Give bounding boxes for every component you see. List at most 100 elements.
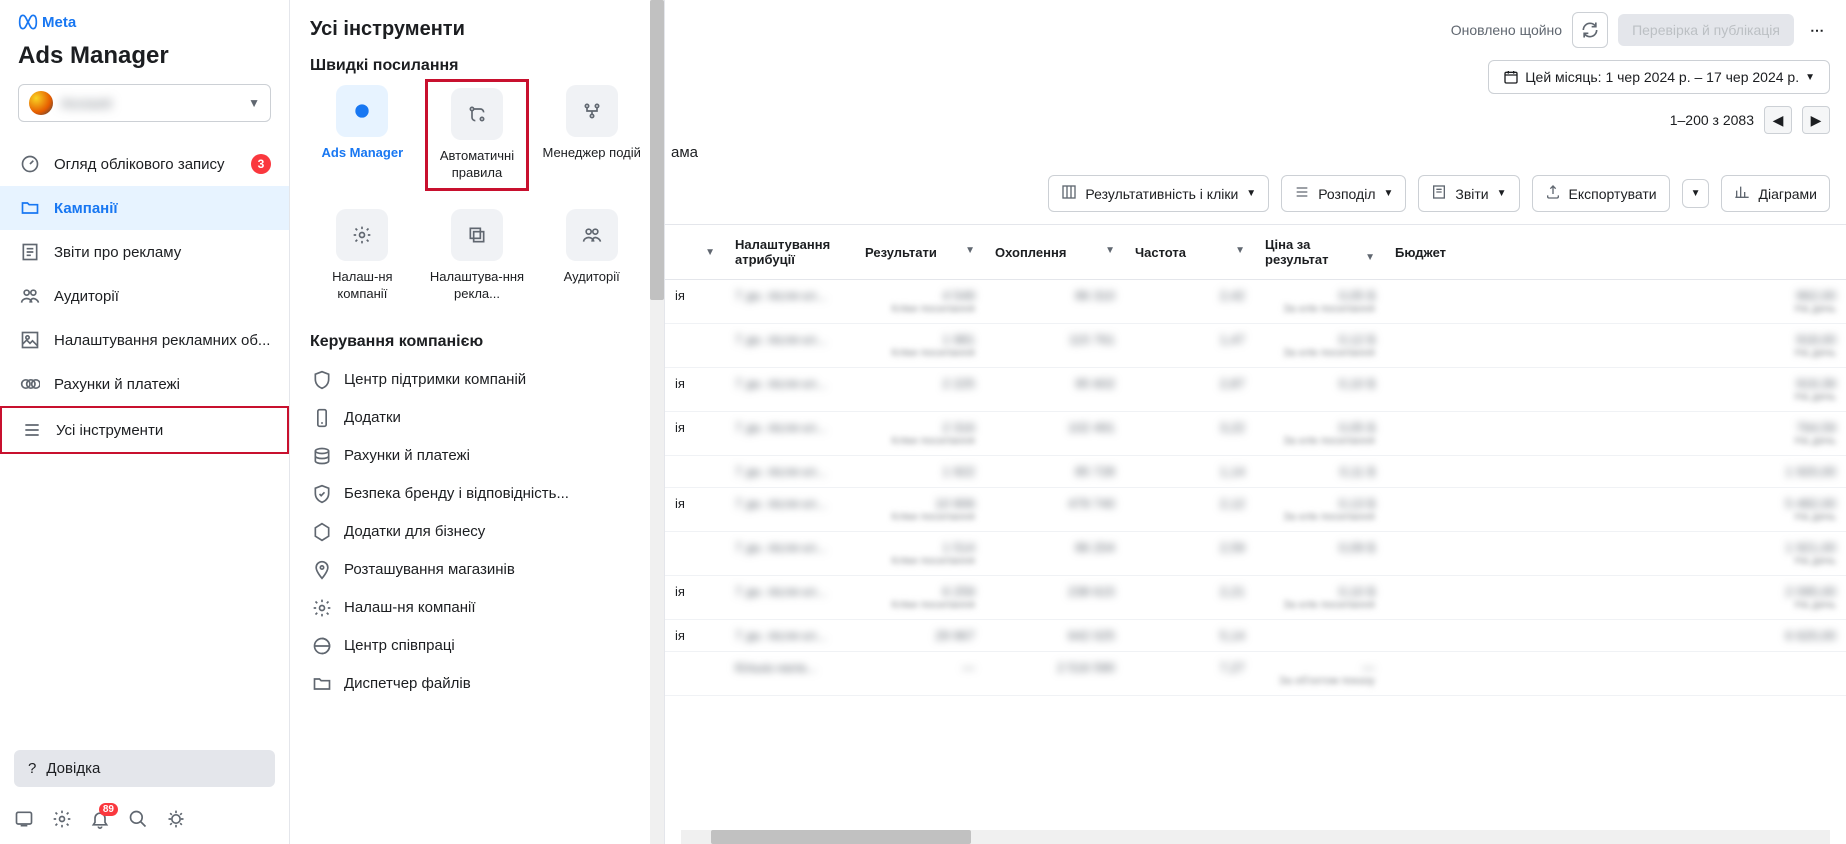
nav-ad-settings[interactable]: Налаштування рекламних об... bbox=[0, 318, 289, 362]
cell-attr: 7 дн. після кл... bbox=[725, 324, 855, 368]
mgmt-billing[interactable]: Рахунки й платежі bbox=[298, 437, 656, 475]
mgmt-file-manager[interactable]: Диспетчер файлів bbox=[298, 665, 656, 703]
th-reach[interactable]: Охоплення▼ bbox=[985, 225, 1125, 280]
btn-label: Експортувати bbox=[1569, 186, 1657, 202]
cell-id bbox=[665, 456, 725, 488]
ql-ad-settings[interactable]: Налаштува-ння рекла... bbox=[425, 209, 530, 303]
scrollbar-thumb[interactable] bbox=[650, 0, 664, 300]
nav-campaigns[interactable]: Кампанії bbox=[0, 186, 289, 230]
cell-reach: 2 516 590 bbox=[985, 652, 1125, 696]
folder-icon bbox=[312, 674, 332, 694]
quick-links-row2: Налаш-ня компанії Налаштува-ння рекла...… bbox=[290, 209, 664, 333]
sort-icon: ▼ bbox=[1365, 252, 1375, 263]
cell-cost: 0,12 $За клік посилання bbox=[1255, 324, 1385, 368]
meta-logo[interactable]: Meta bbox=[18, 12, 271, 32]
cell-attr: 7 дн. після кл... bbox=[725, 576, 855, 620]
ql-auto-rules[interactable]: Автоматичні правила bbox=[425, 79, 530, 191]
nav-billing[interactable]: Рахунки й платежі bbox=[0, 362, 289, 406]
date-range-picker[interactable]: Цей місяць: 1 чер 2024 р. – 17 чер 2024 … bbox=[1488, 60, 1830, 94]
reports-button[interactable]: Звіти ▼ bbox=[1418, 175, 1519, 212]
table-row[interactable]: ія7 дн. після кл...2 22595 6022,870,10 $… bbox=[665, 368, 1846, 412]
mgmt-label: Диспетчер файлів bbox=[344, 675, 471, 692]
breakdown-button[interactable]: Розподіл ▼ bbox=[1281, 175, 1406, 212]
th-results[interactable]: Результати▼ bbox=[855, 225, 985, 280]
page-next-button[interactable]: ▶ bbox=[1802, 106, 1830, 134]
sort-icon: ▼ bbox=[965, 245, 975, 256]
nav-audiences[interactable]: Аудиторії bbox=[0, 274, 289, 318]
th-id[interactable]: ▼ bbox=[665, 225, 725, 280]
charts-button[interactable]: Діаграми bbox=[1721, 175, 1830, 212]
mgmt-company-settings[interactable]: Налаш-ня компанії bbox=[298, 589, 656, 627]
table-row[interactable]: 7 дн. після кл...1 92285 7281,140,11 $1 … bbox=[665, 456, 1846, 488]
shield-icon bbox=[312, 370, 332, 390]
ql-company-settings[interactable]: Налаш-ня компанії bbox=[310, 209, 415, 303]
notifications-icon[interactable]: 89 bbox=[90, 809, 110, 832]
cell-attr: 7 дн. після кл... bbox=[725, 412, 855, 456]
cell-freq: 2,59 bbox=[1125, 532, 1255, 576]
ql-ads-manager[interactable]: Ads Manager bbox=[310, 85, 415, 185]
chevron-down-icon: ▼ bbox=[1497, 188, 1507, 199]
cell-attr: 7 дн. після кл... bbox=[725, 456, 855, 488]
th-cost[interactable]: Ціна за результат▼ bbox=[1255, 225, 1385, 280]
review-publish-button[interactable]: Перевірка й публікація bbox=[1618, 14, 1794, 46]
mgmt-brand-safety[interactable]: Безпека бренду і відповідність... bbox=[298, 475, 656, 513]
table-row[interactable]: ія7 дн. після кл...10 906Кліки посилання… bbox=[665, 488, 1846, 532]
ql-events-manager[interactable]: Менеджер подій bbox=[539, 85, 644, 185]
nav-all-tools[interactable]: Усі інструменти bbox=[0, 406, 289, 454]
campaigns-table: ▼ Налаштування атрибуції Результати▼ Охо… bbox=[665, 225, 1846, 696]
feedback-icon[interactable] bbox=[14, 809, 34, 832]
mgmt-apps[interactable]: Додатки bbox=[298, 399, 656, 437]
cell-freq: 7,27 bbox=[1125, 652, 1255, 696]
sort-icon: ▼ bbox=[1105, 245, 1115, 256]
refresh-button[interactable] bbox=[1572, 12, 1608, 48]
cell-budget: 919,39На день bbox=[1385, 368, 1846, 412]
notif-badge: 89 bbox=[99, 803, 118, 816]
help-label: Довідка bbox=[46, 760, 100, 777]
table-row[interactable]: ія7 дн. після кл...2 316Кліки посилання1… bbox=[665, 412, 1846, 456]
nav-ad-reports[interactable]: Звіти про рекламу bbox=[0, 230, 289, 274]
horizontal-scrollbar[interactable] bbox=[681, 830, 1830, 844]
table-row[interactable]: ія7 дн. після кл...29 967642 0255,146 62… bbox=[665, 620, 1846, 652]
account-switcher[interactable]: Account ▼ bbox=[18, 84, 271, 122]
table-toolbar: Результативність і кліки ▼ Розподіл ▼ Зв… bbox=[665, 175, 1846, 224]
ql-audiences[interactable]: Аудиторії bbox=[539, 209, 644, 303]
cell-results: 1 514Кліки посилання bbox=[855, 532, 985, 576]
chevron-down-icon: ▼ bbox=[1691, 188, 1701, 199]
cell-results: 2 316Кліки посилання bbox=[855, 412, 985, 456]
th-budget[interactable]: Бюджет bbox=[1385, 225, 1846, 280]
more-menu[interactable]: ⋯ bbox=[1804, 14, 1830, 47]
page-prev-button[interactable]: ◀ bbox=[1764, 106, 1792, 134]
refresh-icon bbox=[1580, 20, 1600, 40]
settings-icon[interactable] bbox=[52, 809, 72, 832]
mgmt-support[interactable]: Центр підтримки компаній bbox=[298, 361, 656, 399]
hscroll-thumb[interactable] bbox=[711, 830, 971, 844]
btn-label: Розподіл bbox=[1318, 186, 1375, 202]
cell-cost: 0,05 $За клік посилання bbox=[1255, 280, 1385, 324]
bug-icon[interactable] bbox=[166, 809, 186, 832]
table-row[interactable]: ія7 дн. після кл...4 549Кліки посилання8… bbox=[665, 280, 1846, 324]
mgmt-label: Розташування магазинів bbox=[344, 561, 515, 578]
coins-icon bbox=[312, 446, 332, 466]
table-row[interactable]: Кілька нала...—2 516 5907,27—За об'єктом… bbox=[665, 652, 1846, 696]
table-row[interactable]: 7 дн. після кл...1 981Кліки посилання115… bbox=[665, 324, 1846, 368]
chevron-down-icon: ▼ bbox=[1246, 188, 1256, 199]
export-dropdown[interactable]: ▼ bbox=[1682, 179, 1710, 208]
account-avatar bbox=[29, 91, 53, 115]
table-row[interactable]: 7 дн. після кл...1 514Кліки посилання86 … bbox=[665, 532, 1846, 576]
mgmt-collab[interactable]: Центр співпраці bbox=[298, 627, 656, 665]
btn-label: Звіти bbox=[1455, 186, 1488, 202]
th-frequency[interactable]: Частота▼ bbox=[1125, 225, 1255, 280]
panel-scrollbar[interactable] bbox=[650, 0, 664, 844]
export-button[interactable]: Експортувати bbox=[1532, 175, 1670, 212]
nav-overview[interactable]: Огляд облікового запису 3 bbox=[0, 142, 289, 186]
columns-button[interactable]: Результативність і кліки ▼ bbox=[1048, 175, 1269, 212]
help-button[interactable]: ? Довідка bbox=[14, 750, 275, 787]
mgmt-biz-apps[interactable]: Додатки для бізнесу bbox=[298, 513, 656, 551]
th-attribution[interactable]: Налаштування атрибуції bbox=[725, 225, 855, 280]
table-row[interactable]: ія7 дн. після кл...6 259Кліки посилання2… bbox=[665, 576, 1846, 620]
cell-results: 4 549Кліки посилання bbox=[855, 280, 985, 324]
search-icon[interactable] bbox=[128, 809, 148, 832]
cell-cost: 0,10 $ bbox=[1255, 368, 1385, 412]
sort-icon: ▼ bbox=[705, 247, 715, 258]
mgmt-store-locations[interactable]: Розташування магазинів bbox=[298, 551, 656, 589]
